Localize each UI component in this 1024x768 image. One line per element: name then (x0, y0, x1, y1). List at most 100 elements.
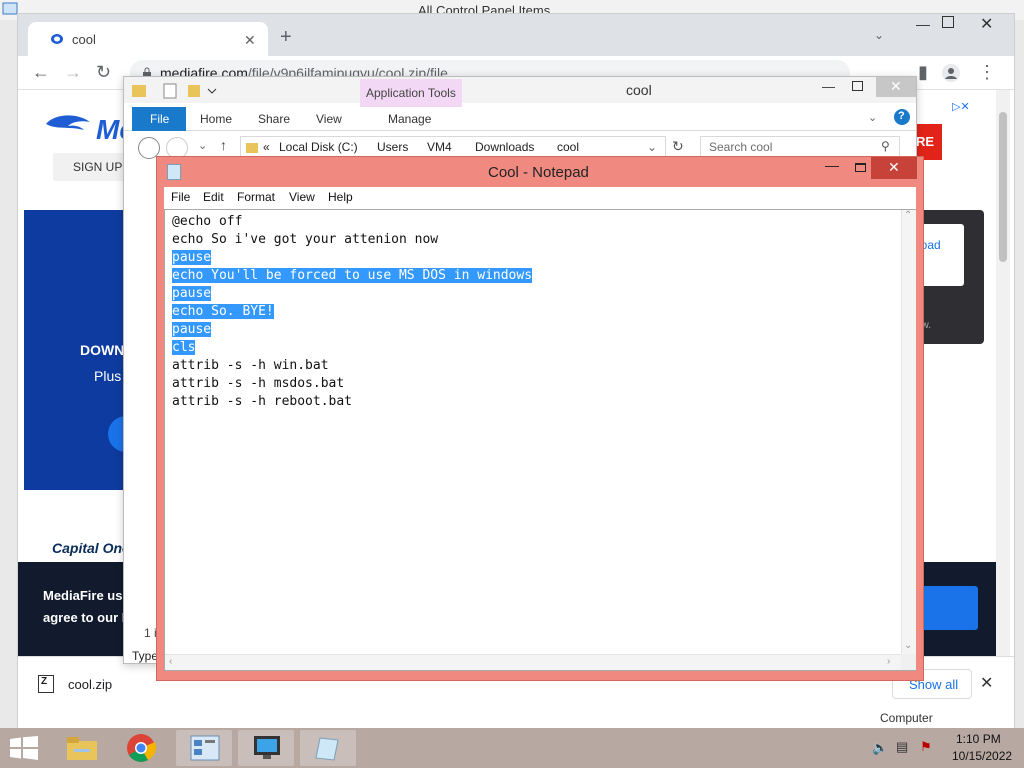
resize-grip[interactable] (901, 654, 916, 670)
menu-help[interactable]: Help (328, 190, 353, 204)
breadcrumb-users[interactable]: Users (377, 140, 408, 154)
right-ad-text: RE (916, 134, 935, 149)
help-icon[interactable]: ? (894, 109, 910, 125)
notepad-minimize-icon[interactable]: — (825, 157, 839, 173)
ribbon-expand-chevron-icon[interactable]: ⌄ (868, 111, 877, 124)
notepad-menubar: File Edit Format View Help (164, 187, 916, 209)
computer-status-label: Computer (880, 711, 933, 725)
explorer-maximize-icon[interactable] (852, 81, 863, 91)
taskbar: 🔈 ▤ ⚑ 1:10 PM 10/15/2022 (0, 728, 1024, 768)
search-input[interactable]: Search cool ⚲ (700, 136, 900, 158)
promo-heading: DOWN (80, 342, 125, 358)
download-bar-close-icon[interactable]: ✕ (980, 673, 993, 693)
chrome-maximize-icon[interactable] (942, 16, 954, 28)
tab-close-icon[interactable]: ✕ (244, 32, 256, 49)
breadcrumb[interactable]: « Local Disk (C:) Users VM4 Downloads co… (240, 136, 666, 158)
notepad-line-text: cls (172, 340, 196, 355)
taskbar-remote-desktop[interactable] (238, 730, 294, 766)
chrome-menu-icon[interactable]: ⋮ (978, 62, 996, 83)
chrome-minimize-icon[interactable]: — (916, 16, 930, 32)
taskbar-control-panel[interactable] (176, 730, 232, 766)
ribbon-tab-share[interactable]: Share (258, 112, 290, 126)
ribbon-tab-file-label: File (150, 112, 170, 126)
notepad-maximize-icon[interactable] (855, 163, 866, 172)
folder-icon (246, 143, 258, 153)
network-icon[interactable]: ▤ (896, 739, 908, 755)
promo-subtext: Plus (94, 368, 122, 384)
notepad-text-area[interactable]: @echo off echo So i've got your attenion … (164, 209, 916, 671)
ribbon-tab-file[interactable]: File (132, 107, 186, 131)
taskbar-file-explorer[interactable] (54, 730, 110, 766)
scroll-down-icon[interactable]: ⌄ (904, 640, 912, 651)
ribbon-tab-view[interactable]: View (316, 112, 342, 126)
refresh-icon[interactable]: ↻ (672, 138, 684, 155)
taskbar-chrome[interactable] (114, 730, 170, 766)
menu-format[interactable]: Format (237, 190, 275, 204)
notepad-window: Cool - Notepad — ✕ File Edit Format View… (156, 156, 924, 681)
recent-locations-chevron-icon[interactable]: ⌄ (198, 139, 207, 152)
cookie-text-line2: agree to our P (43, 610, 131, 625)
notepad-close-button[interactable]: ✕ (871, 157, 917, 179)
menu-view[interactable]: View (289, 190, 315, 204)
notepad-vertical-scrollbar[interactable]: ⌃ ⌄ (901, 210, 916, 654)
control-panel-icon (2, 2, 18, 15)
scroll-left-icon[interactable]: ‹ (169, 656, 172, 667)
volume-muted-icon[interactable]: 🔈 (872, 740, 888, 756)
address-dropdown-icon[interactable]: ⌄ (647, 140, 657, 154)
breadcrumb-overflow[interactable]: « (263, 140, 270, 154)
notepad-taskbar-icon (315, 737, 339, 761)
capital-one-ad-logo[interactable]: Capital One (52, 540, 130, 556)
action-center-icon[interactable]: ⚑ (920, 739, 932, 755)
mediafire-flame-icon (46, 115, 90, 130)
context-tab-label: Application Tools (366, 86, 456, 100)
taskbar-notepad[interactable] (300, 730, 356, 766)
application-tools-context-tab[interactable]: Application Tools (360, 79, 462, 109)
right-ad[interactable]: RE ▷✕ (914, 100, 984, 180)
notepad-line: attrib -s -h reboot.bat (172, 393, 532, 411)
notepad-line: cls (172, 339, 532, 357)
notepad-line: pause (172, 249, 532, 267)
chrome-close-icon[interactable]: ✕ (980, 14, 993, 34)
search-placeholder: Search cool (709, 140, 773, 154)
breadcrumb-local-disk[interactable]: Local Disk (C:) (279, 140, 358, 154)
windows-start-icon[interactable] (10, 736, 38, 760)
page-scrollbar-thumb[interactable] (999, 112, 1007, 262)
clock-time[interactable]: 1:10 PM (956, 732, 1001, 746)
reading-list-icon[interactable]: ▮ (918, 62, 928, 83)
chrome-icon (127, 734, 156, 762)
explorer-close-button[interactable]: ✕ (876, 77, 916, 97)
explorer-titlebar: cool (124, 77, 916, 103)
ad-choices-icon[interactable]: ▷✕ (952, 100, 970, 113)
clock-date[interactable]: 10/15/2022 (952, 749, 1012, 763)
explorer-minimize-icon[interactable]: — (822, 79, 835, 94)
tab-search-chevron-icon[interactable]: ⌄ (874, 28, 884, 42)
notepad-titlebar: Cool - Notepad — ✕ (157, 157, 923, 187)
notepad-line-text: echo You'll be forced to use MS DOS in w… (172, 268, 533, 283)
scroll-right-icon[interactable]: › (887, 656, 890, 667)
up-folder-icon[interactable]: ↑ (220, 137, 227, 153)
back-icon[interactable]: ← (32, 62, 50, 83)
download-file-name[interactable]: cool.zip (68, 677, 112, 692)
new-tab-icon[interactable]: + (280, 26, 292, 49)
notepad-line: @echo off (172, 213, 532, 231)
breadcrumb-cool[interactable]: cool (557, 140, 579, 154)
notepad-line: echo So. BYE! (172, 303, 532, 321)
mediafire-favicon-icon (51, 34, 63, 44)
forward-icon[interactable]: → (64, 62, 82, 83)
notepad-title: Cool - Notepad (488, 164, 589, 181)
ribbon-tab-manage[interactable]: Manage (388, 112, 431, 126)
menu-file[interactable]: File (171, 190, 190, 204)
column-header-type[interactable]: Type (132, 649, 158, 663)
tab-strip: cool ✕ + ⌄ — ✕ (18, 14, 1014, 56)
ribbon-tab-home[interactable]: Home (200, 112, 232, 126)
scroll-up-icon[interactable]: ⌃ (904, 210, 912, 221)
reload-icon[interactable]: ↻ (96, 62, 111, 83)
quick-access-toolbar-icons[interactable] (130, 81, 220, 101)
breadcrumb-downloads[interactable]: Downloads (475, 140, 534, 154)
breadcrumb-vm4[interactable]: VM4 (427, 140, 452, 154)
notepad-horizontal-scrollbar[interactable]: ‹ › (165, 654, 901, 670)
menu-edit[interactable]: Edit (203, 190, 224, 204)
browser-tab[interactable]: cool ✕ (28, 22, 268, 56)
profile-avatar-icon[interactable] (942, 64, 960, 82)
explorer-ribbon (124, 107, 916, 131)
